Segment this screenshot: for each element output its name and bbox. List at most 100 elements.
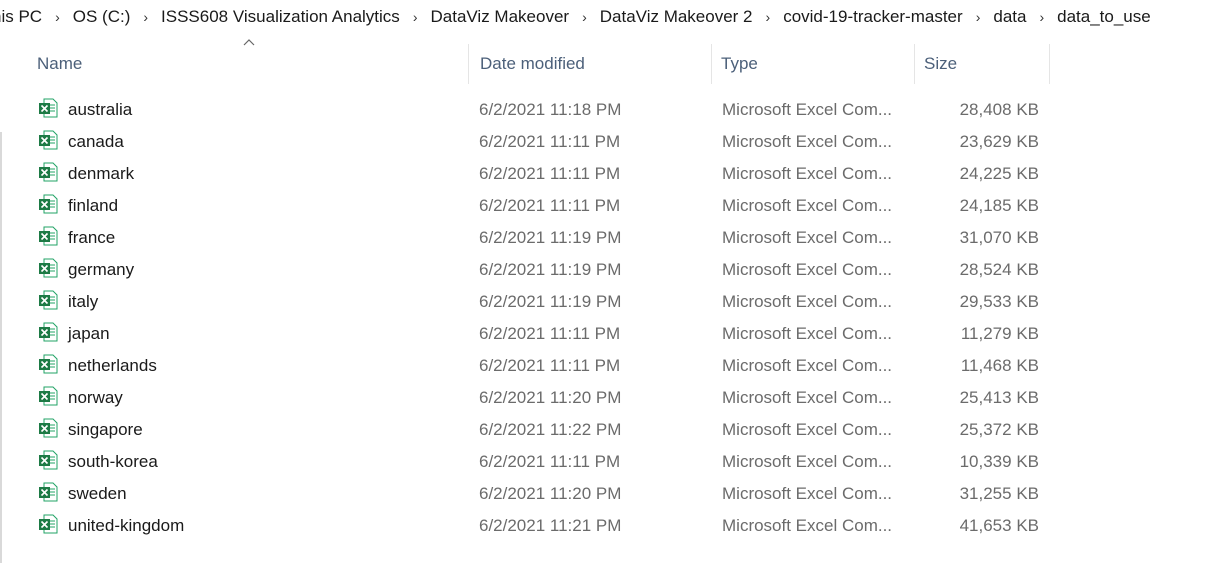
file-row[interactable]: australia 6/2/2021 11:18 PM Microsoft Exce…: [0, 94, 1222, 126]
file-date-modified: 6/2/2021 11:11 PM: [479, 132, 621, 151]
file-size: 11,279 KB: [960, 324, 1039, 343]
excel-file-icon: [38, 130, 58, 150]
excel-file-icon: [38, 514, 58, 534]
column-header-type[interactable]: Type: [712, 44, 915, 84]
file-name[interactable]: united-kingdom: [68, 510, 184, 542]
file-name[interactable]: germany: [68, 254, 134, 286]
file-date-modified: 6/2/2021 11:11 PM: [479, 452, 621, 471]
breadcrumb-segment[interactable]: OS (C:): [71, 7, 133, 27]
file-date-modified: 6/2/2021 11:19 PM: [479, 292, 622, 311]
file-date-modified: 6/2/2021 11:18 PM: [479, 100, 622, 119]
file-row[interactable]: japan 6/2/2021 11:11 PM Microsoft Excel Co…: [0, 318, 1222, 350]
file-size: 41,653 KB: [959, 516, 1039, 535]
breadcrumb-segment[interactable]: data: [991, 7, 1028, 27]
chevron-right-icon[interactable]: ›: [766, 9, 771, 25]
file-type: Microsoft Excel Com...: [722, 100, 893, 119]
file-name[interactable]: italy: [68, 286, 98, 318]
file-row[interactable]: sweden 6/2/2021 11:20 PM Microsoft Excel C…: [0, 478, 1222, 510]
excel-file-icon: [38, 418, 58, 438]
excel-file-icon: [38, 162, 58, 182]
file-row[interactable]: france 6/2/2021 11:19 PM Microsoft Excel C…: [0, 222, 1222, 254]
column-header-name[interactable]: Name: [22, 44, 469, 84]
file-type: Microsoft Excel Com...: [722, 452, 893, 471]
file-size: 29,533 KB: [959, 292, 1039, 311]
chevron-right-icon[interactable]: ›: [413, 9, 418, 25]
file-date-modified: 6/2/2021 11:19 PM: [479, 228, 622, 247]
breadcrumb-segment[interactable]: DataViz Makeover 2: [598, 7, 755, 27]
file-row[interactable]: singapore 6/2/2021 11:22 PM Microsoft Exce…: [0, 414, 1222, 446]
file-name[interactable]: sweden: [68, 478, 127, 510]
column-header-row: Name Date modified Type Size: [22, 44, 1050, 84]
file-size: 11,468 KB: [960, 356, 1039, 375]
breadcrumb-segment[interactable]: data_to_use: [1055, 7, 1153, 27]
file-type: Microsoft Excel Com...: [722, 132, 893, 151]
file-list: australia 6/2/2021 11:18 PM Microsoft Exce…: [0, 94, 1222, 542]
file-name[interactable]: denmark: [68, 158, 134, 190]
file-name[interactable]: finland: [68, 190, 118, 222]
excel-file-icon: [38, 322, 58, 342]
file-size: 28,408 KB: [959, 100, 1039, 119]
file-type: Microsoft Excel Com...: [722, 196, 893, 215]
file-date-modified: 6/2/2021 11:11 PM: [479, 356, 621, 375]
excel-file-icon: [38, 290, 58, 310]
file-type: Microsoft Excel Com...: [722, 292, 893, 311]
file-date-modified: 6/2/2021 11:11 PM: [479, 164, 621, 183]
file-type: Microsoft Excel Com...: [722, 356, 893, 375]
file-type: Microsoft Excel Com...: [722, 228, 893, 247]
file-date-modified: 6/2/2021 11:11 PM: [479, 196, 621, 215]
chevron-right-icon[interactable]: ›: [582, 9, 587, 25]
breadcrumb-segment[interactable]: covid-19-tracker-master: [781, 7, 965, 27]
file-date-modified: 6/2/2021 11:20 PM: [479, 388, 622, 407]
file-size: 25,372 KB: [959, 420, 1039, 439]
chevron-right-icon[interactable]: ›: [976, 9, 981, 25]
file-type: Microsoft Excel Com...: [722, 516, 893, 535]
excel-file-icon: [38, 258, 58, 278]
file-size: 10,339 KB: [959, 452, 1039, 471]
file-size: 25,413 KB: [959, 388, 1039, 407]
file-row[interactable]: canada 6/2/2021 11:11 PM Microsoft Excel C…: [0, 126, 1222, 158]
file-date-modified: 6/2/2021 11:21 PM: [479, 516, 622, 535]
file-row[interactable]: finland 6/2/2021 11:11 PM Microsoft Excel …: [0, 190, 1222, 222]
file-size: 31,070 KB: [959, 228, 1039, 247]
file-row[interactable]: netherlands 6/2/2021 11:11 PM Microsoft Ex…: [0, 350, 1222, 382]
file-date-modified: 6/2/2021 11:19 PM: [479, 260, 622, 279]
file-name[interactable]: norway: [68, 382, 123, 414]
file-name[interactable]: singapore: [68, 414, 143, 446]
breadcrumb-segment[interactable]: ISSS608 Visualization Analytics: [159, 7, 402, 27]
file-name[interactable]: france: [68, 222, 115, 254]
file-row[interactable]: norway 6/2/2021 11:20 PM Microsoft Excel C…: [0, 382, 1222, 414]
file-row[interactable]: germany 6/2/2021 11:19 PM Microsoft Excel …: [0, 254, 1222, 286]
breadcrumb-segment[interactable]: DataViz Makeover: [428, 7, 571, 27]
file-date-modified: 6/2/2021 11:11 PM: [479, 324, 621, 343]
file-name[interactable]: australia: [68, 94, 132, 126]
chevron-right-icon[interactable]: ›: [143, 9, 148, 25]
breadcrumb-segment[interactable]: his PC: [0, 7, 44, 27]
file-name[interactable]: japan: [68, 318, 110, 350]
file-row[interactable]: united-kingdom 6/2/2021 11:21 PM Microsoft…: [0, 510, 1222, 542]
file-size: 28,524 KB: [959, 260, 1039, 279]
file-name[interactable]: canada: [68, 126, 124, 158]
file-row[interactable]: denmark 6/2/2021 11:11 PM Microsoft Excel …: [0, 158, 1222, 190]
file-size: 31,255 KB: [959, 484, 1039, 503]
file-size: 23,629 KB: [959, 132, 1039, 151]
file-type: Microsoft Excel Com...: [722, 484, 893, 503]
address-breadcrumb[interactable]: his PC › OS (C:) › ISSS608 Visualization Ana…: [0, 0, 1222, 33]
chevron-right-icon[interactable]: ›: [55, 9, 60, 25]
file-date-modified: 6/2/2021 11:20 PM: [479, 484, 622, 503]
excel-file-icon: [38, 386, 58, 406]
file-type: Microsoft Excel Com...: [722, 260, 893, 279]
column-header-size[interactable]: Size: [915, 44, 1050, 84]
file-row[interactable]: italy 6/2/2021 11:19 PM Microsoft Excel Co…: [0, 286, 1222, 318]
file-type: Microsoft Excel Com...: [722, 164, 893, 183]
file-type: Microsoft Excel Com...: [722, 388, 893, 407]
file-name[interactable]: netherlands: [68, 350, 157, 382]
excel-file-icon: [38, 98, 58, 118]
file-size: 24,185 KB: [959, 196, 1039, 215]
file-date-modified: 6/2/2021 11:22 PM: [479, 420, 622, 439]
column-header-date-modified[interactable]: Date modified: [469, 44, 712, 84]
file-type: Microsoft Excel Com...: [722, 420, 893, 439]
chevron-right-icon[interactable]: ›: [1039, 9, 1044, 25]
file-name[interactable]: south-korea: [68, 446, 158, 478]
file-row[interactable]: south-korea 6/2/2021 11:11 PM Microsoft Ex…: [0, 446, 1222, 478]
excel-file-icon: [38, 194, 58, 214]
